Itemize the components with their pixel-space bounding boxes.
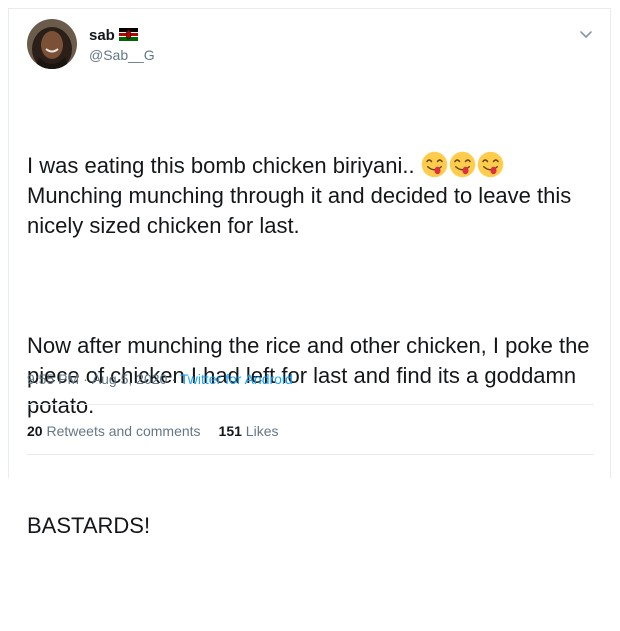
tweet-time[interactable]: 9:55 PM xyxy=(27,371,79,387)
likes-count: 151 xyxy=(218,423,242,439)
tweet-line: I was eating this bomb chicken biriyani.… xyxy=(27,153,421,178)
tweet-date[interactable]: Aug 5, 2020 xyxy=(92,371,168,387)
user-handle[interactable]: @Sab__G xyxy=(89,47,155,63)
emoji-group xyxy=(421,151,505,178)
meta-separator: · xyxy=(83,371,88,387)
tweet-paragraph-3: BASTARDS! xyxy=(27,513,151,538)
kenya-flag-icon xyxy=(118,28,138,41)
retweets-label: Retweets and comments xyxy=(46,423,201,439)
tweet-text: I was eating this bomb chicken biriyani.… xyxy=(27,91,597,631)
tweet-source-link[interactable]: Twitter for Android xyxy=(180,371,293,387)
tweet-card: sab @Sab__G I was eating this bomb chick… xyxy=(8,8,611,538)
likes-label: Likes xyxy=(245,423,279,439)
face-savoring-food-icon xyxy=(449,151,475,178)
name-row: sab xyxy=(89,27,138,44)
face-savoring-food-icon xyxy=(477,151,503,178)
tweet-line: Munching munching through it and decided… xyxy=(27,183,578,238)
likes-stat[interactable]: 151 Likes xyxy=(219,423,279,439)
retweets-count: 20 xyxy=(27,423,43,439)
avatar[interactable] xyxy=(27,19,77,69)
retweets-stat[interactable]: 20 Retweets and comments xyxy=(27,423,201,439)
face-savoring-food-icon xyxy=(421,151,447,178)
chevron-down-icon[interactable] xyxy=(578,27,594,43)
divider xyxy=(27,454,594,455)
display-name[interactable]: sab xyxy=(89,27,115,44)
meta-separator: · xyxy=(171,371,176,387)
avatar-image xyxy=(27,19,77,69)
divider xyxy=(27,404,594,405)
tweet-paragraph-1: I was eating this bomb chicken biriyani.… xyxy=(27,151,597,241)
tweet-meta: 9:55 PM · Aug 5, 2020 · Twitter for Andr… xyxy=(27,371,293,387)
tweet-stats: 20 Retweets and comments 151 Likes xyxy=(27,423,278,439)
